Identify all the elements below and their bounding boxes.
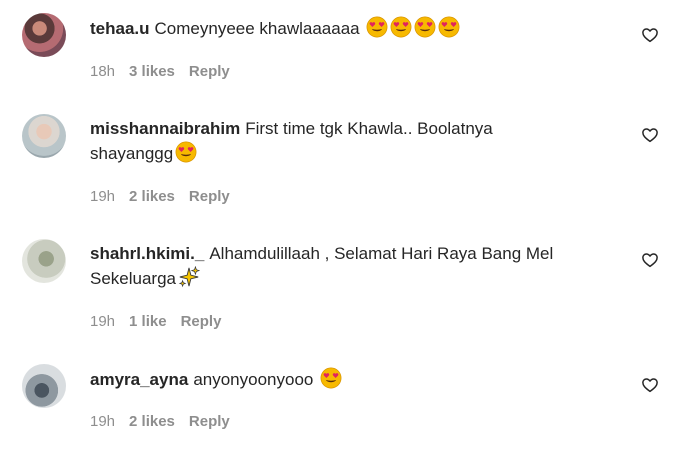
comment-body: amyra_ayna anyonyoonyooo [90, 367, 610, 392]
comment-likes[interactable]: 2 likes [129, 413, 175, 430]
avatar[interactable] [22, 364, 66, 408]
like-heart-icon[interactable] [641, 26, 659, 44]
comment-username[interactable]: tehaa.u [90, 19, 150, 38]
avatar[interactable] [22, 13, 66, 57]
avatar[interactable] [22, 239, 66, 283]
sparkles-emoji [178, 266, 200, 288]
comment-text: Comeynyeee khawlaaaaaa [154, 19, 360, 38]
comment-meta: 19h 1 like Reply [90, 313, 221, 330]
heart-eyes-emoji [175, 141, 197, 163]
heart-eyes-emoji [366, 16, 388, 38]
reply-button[interactable]: Reply [181, 313, 222, 330]
heart-eyes-emoji [320, 367, 342, 389]
comment-body: tehaa.u Comeynyeee khawlaaaaaa [90, 16, 610, 41]
comment-meta: 18h 3 likes Reply [90, 63, 230, 80]
heart-eyes-emoji [438, 16, 460, 38]
avatar[interactable] [22, 114, 66, 158]
comment-body: shahrl.hkimi._ Alhamdulillaah , Selamat H… [90, 241, 610, 291]
reply-button[interactable]: Reply [189, 188, 230, 205]
comment-username[interactable]: amyra_ayna [90, 370, 188, 389]
comment-text: anyonyoonyooo [193, 370, 314, 389]
comment-time: 19h [90, 413, 116, 430]
comment-likes[interactable]: 1 like [129, 313, 167, 330]
comment-likes[interactable]: 3 likes [129, 63, 175, 80]
comment-meta: 19h 2 likes Reply [90, 413, 230, 430]
comment-time: 19h [90, 313, 116, 330]
comment-username[interactable]: misshannaibrahim [90, 119, 240, 138]
heart-eyes-emoji [414, 16, 436, 38]
like-heart-icon[interactable] [641, 126, 659, 144]
comment-time: 19h [90, 188, 116, 205]
like-heart-icon[interactable] [641, 251, 659, 269]
like-heart-icon[interactable] [641, 376, 659, 394]
comment-time: 18h [90, 63, 116, 80]
reply-button[interactable]: Reply [189, 63, 230, 80]
comment-username[interactable]: shahrl.hkimi._ [90, 244, 204, 263]
reply-button[interactable]: Reply [189, 413, 230, 430]
comment-meta: 19h 2 likes Reply [90, 188, 230, 205]
comment-likes[interactable]: 2 likes [129, 188, 175, 205]
heart-eyes-emoji [390, 16, 412, 38]
comment-body: misshannaibrahim First time tgk Khawla.. … [90, 116, 540, 166]
